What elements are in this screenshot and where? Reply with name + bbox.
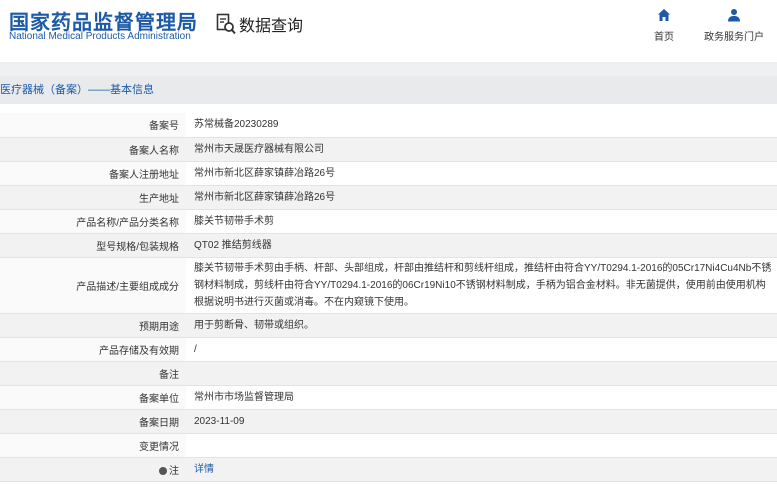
detail-value: / bbox=[186, 337, 777, 362]
nav-home[interactable]: 首页 bbox=[652, 8, 676, 43]
detail-value: 膝关节韧带手术剪由手柄、杆部、头部组成，杆部由推结杆和剪线杆组成，推结杆由符合Y… bbox=[186, 257, 777, 314]
site-logo-en: National Medical Products Administration bbox=[9, 31, 191, 42]
detail-key: 产品描述/主要组成成分 bbox=[0, 257, 186, 314]
detail-value: 苏常械备20230289 bbox=[186, 113, 777, 138]
detail-value bbox=[186, 361, 777, 386]
detail-value: 用于剪断骨、韧带或组织。 bbox=[186, 313, 777, 338]
site-header: 国家药品监督管理局 National Medical Products Admi… bbox=[0, 0, 777, 62]
detail-value: 常州市市场监督管理局 bbox=[186, 385, 777, 410]
detail-key: 备案单位 bbox=[0, 385, 186, 410]
detail-row: 备案单位 常州市市场监督管理局 bbox=[0, 385, 777, 410]
detail-row: 备案日期 2023-11-09 bbox=[0, 409, 777, 434]
nav-gov-services[interactable]: 政务服务门户 bbox=[701, 8, 767, 43]
record-detail-table: 备案号 苏常械备20230289 备案人名称 常州市天晟医疗器械有限公司 备案人… bbox=[0, 113, 777, 482]
detail-row: 备案人注册地址 常州市新北区薛家镇薛冶路26号 bbox=[0, 161, 777, 186]
detail-row: 备案人名称 常州市天晟医疗器械有限公司 bbox=[0, 137, 777, 162]
detail-key: 产品存储及有效期 bbox=[0, 337, 186, 362]
detail-key: 生产地址 bbox=[0, 185, 186, 210]
detail-key: 预期用途 bbox=[0, 313, 186, 338]
data-query-label: 数据查询 bbox=[239, 18, 304, 35]
detail-value bbox=[186, 433, 777, 458]
detail-key: 备注 bbox=[0, 361, 186, 386]
detail-key: 备案人注册地址 bbox=[0, 161, 186, 186]
detail-value: QT02 推结剪线器 bbox=[186, 233, 777, 258]
detail-key: 注 bbox=[169, 465, 179, 477]
detail-key: 备案人名称 bbox=[0, 137, 186, 162]
detail-row: 产品描述/主要组成成分 膝关节韧带手术剪由手柄、杆部、头部组成，杆部由推结杆和剪… bbox=[0, 257, 777, 314]
detail-key: 型号规格/包装规格 bbox=[0, 233, 186, 258]
detail-value: 膝关节韧带手术剪 bbox=[186, 209, 777, 234]
detail-value: 详情 bbox=[186, 457, 777, 482]
detail-row: 预期用途 用于剪断骨、韧带或组织。 bbox=[0, 313, 777, 338]
detail-key: 备案号 bbox=[0, 113, 186, 138]
detail-value: 2023-11-09 bbox=[186, 409, 777, 434]
details-link[interactable]: 详情 bbox=[194, 464, 214, 475]
nav-gov-services-label: 政务服务门户 bbox=[704, 32, 764, 43]
nav-home-label: 首页 bbox=[654, 32, 674, 43]
detail-row: 注 详情 bbox=[0, 457, 777, 482]
detail-key: 备案日期 bbox=[0, 409, 186, 434]
breadcrumb: 医疗器械（备案）——基本信息 bbox=[0, 76, 777, 104]
header-divider bbox=[0, 62, 777, 76]
detail-row: 产品存储及有效期 / bbox=[0, 337, 777, 362]
detail-row: 备注 bbox=[0, 361, 777, 386]
detail-row: 产品名称/产品分类名称 膝关节韧带手术剪 bbox=[0, 209, 777, 234]
detail-row: 生产地址 常州市新北区薛家镇薛冶路26号 bbox=[0, 185, 777, 210]
home-icon bbox=[658, 9, 670, 21]
detail-row: 型号规格/包装规格 QT02 推结剪线器 bbox=[0, 233, 777, 258]
detail-key: 产品名称/产品分类名称 bbox=[0, 209, 186, 234]
detail-value: 常州市天晟医疗器械有限公司 bbox=[186, 137, 777, 162]
detail-value: 常州市新北区薛家镇薛冶路26号 bbox=[186, 185, 777, 210]
detail-row: 备案号 苏常械备20230289 bbox=[0, 113, 777, 138]
document-search-icon bbox=[216, 13, 236, 35]
detail-row: 变更情况 bbox=[0, 433, 777, 458]
detail-key: 变更情况 bbox=[0, 433, 186, 458]
detail-value: 常州市新北区薛家镇薛冶路26号 bbox=[186, 161, 777, 186]
detail-key-note: 注 bbox=[0, 457, 186, 482]
data-query-title: 数据查询 bbox=[216, 12, 303, 36]
pin-icon bbox=[159, 466, 167, 475]
user-icon bbox=[728, 9, 740, 22]
